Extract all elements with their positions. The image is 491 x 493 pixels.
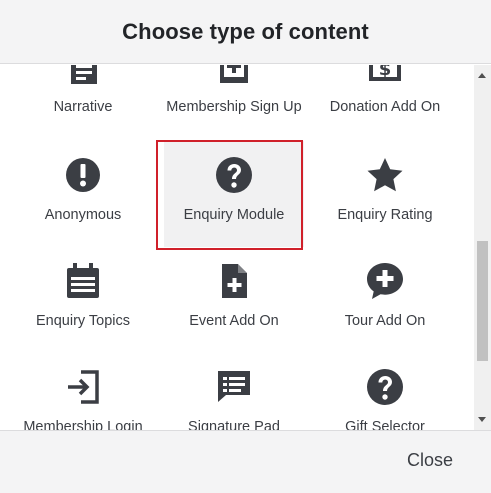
- tile-label: Enquiry Topics: [35, 313, 131, 329]
- tile-event-add-on[interactable]: Event Add On: [164, 247, 304, 353]
- tile-label: Membership Sign Up: [166, 99, 302, 115]
- question-circle-icon: [214, 155, 254, 195]
- tile-label: Membership Login: [23, 419, 143, 430]
- tile-label: Tour Add On: [344, 313, 426, 329]
- dialog-header: Choose type of content: [0, 0, 491, 64]
- tile-label: Donation Add On: [329, 99, 441, 115]
- svg-text:$: $: [379, 65, 392, 80]
- tile-gift-selector[interactable]: Gift Selector: [315, 353, 455, 430]
- close-button[interactable]: Close: [407, 450, 453, 471]
- tile-label: Gift Selector: [345, 419, 425, 430]
- tile-anonymous[interactable]: Anonymous: [13, 141, 153, 247]
- tile-label: Signature Pad: [188, 419, 280, 430]
- scroll-down-arrow-icon[interactable]: [478, 417, 486, 422]
- login-icon: [63, 367, 103, 407]
- tile-membership-login[interactable]: Membership Login: [13, 353, 153, 430]
- tile-donation-add-on[interactable]: $ Donation Add On: [315, 65, 455, 139]
- chat-plus-icon: [365, 261, 405, 301]
- tile-label: Narrative: [53, 99, 113, 115]
- scroll-thumb[interactable]: [477, 241, 488, 361]
- tile-label: Event Add On: [189, 313, 279, 329]
- message-lines-icon: [214, 367, 254, 407]
- exclamation-circle-icon: [63, 155, 103, 195]
- tile-narrative[interactable]: Narrative: [13, 65, 153, 139]
- tile-label: Anonymous: [44, 207, 122, 223]
- content-type-dialog: Choose type of content Narrative Members…: [0, 0, 491, 493]
- tile-enquiry-module[interactable]: Enquiry Module: [164, 141, 304, 247]
- star-icon: [365, 155, 405, 195]
- tile-enquiry-rating[interactable]: Enquiry Rating: [315, 141, 455, 247]
- tile-signature-pad[interactable]: Signature Pad: [164, 353, 304, 430]
- question-circle-icon: [365, 367, 405, 407]
- tile-enquiry-topics[interactable]: Enquiry Topics: [13, 247, 153, 353]
- scroll-up-arrow-icon[interactable]: [478, 73, 486, 78]
- add-box-icon: [214, 65, 254, 87]
- tile-label: Enquiry Module: [183, 207, 285, 223]
- content-type-list[interactable]: Narrative Membership Sign Up $ Donation …: [0, 65, 491, 430]
- vertical-scrollbar[interactable]: [474, 65, 491, 430]
- dialog-footer: Close: [0, 430, 491, 493]
- tile-tour-add-on[interactable]: Tour Add On: [315, 247, 455, 353]
- document-icon: [63, 65, 103, 87]
- tile-label: Enquiry Rating: [337, 207, 433, 223]
- dollar-icon: $: [365, 65, 405, 87]
- calendar-list-icon: [63, 261, 103, 301]
- dialog-title: Choose type of content: [122, 18, 369, 44]
- tile-membership-sign-up[interactable]: Membership Sign Up: [164, 65, 304, 139]
- file-plus-icon: [214, 261, 254, 301]
